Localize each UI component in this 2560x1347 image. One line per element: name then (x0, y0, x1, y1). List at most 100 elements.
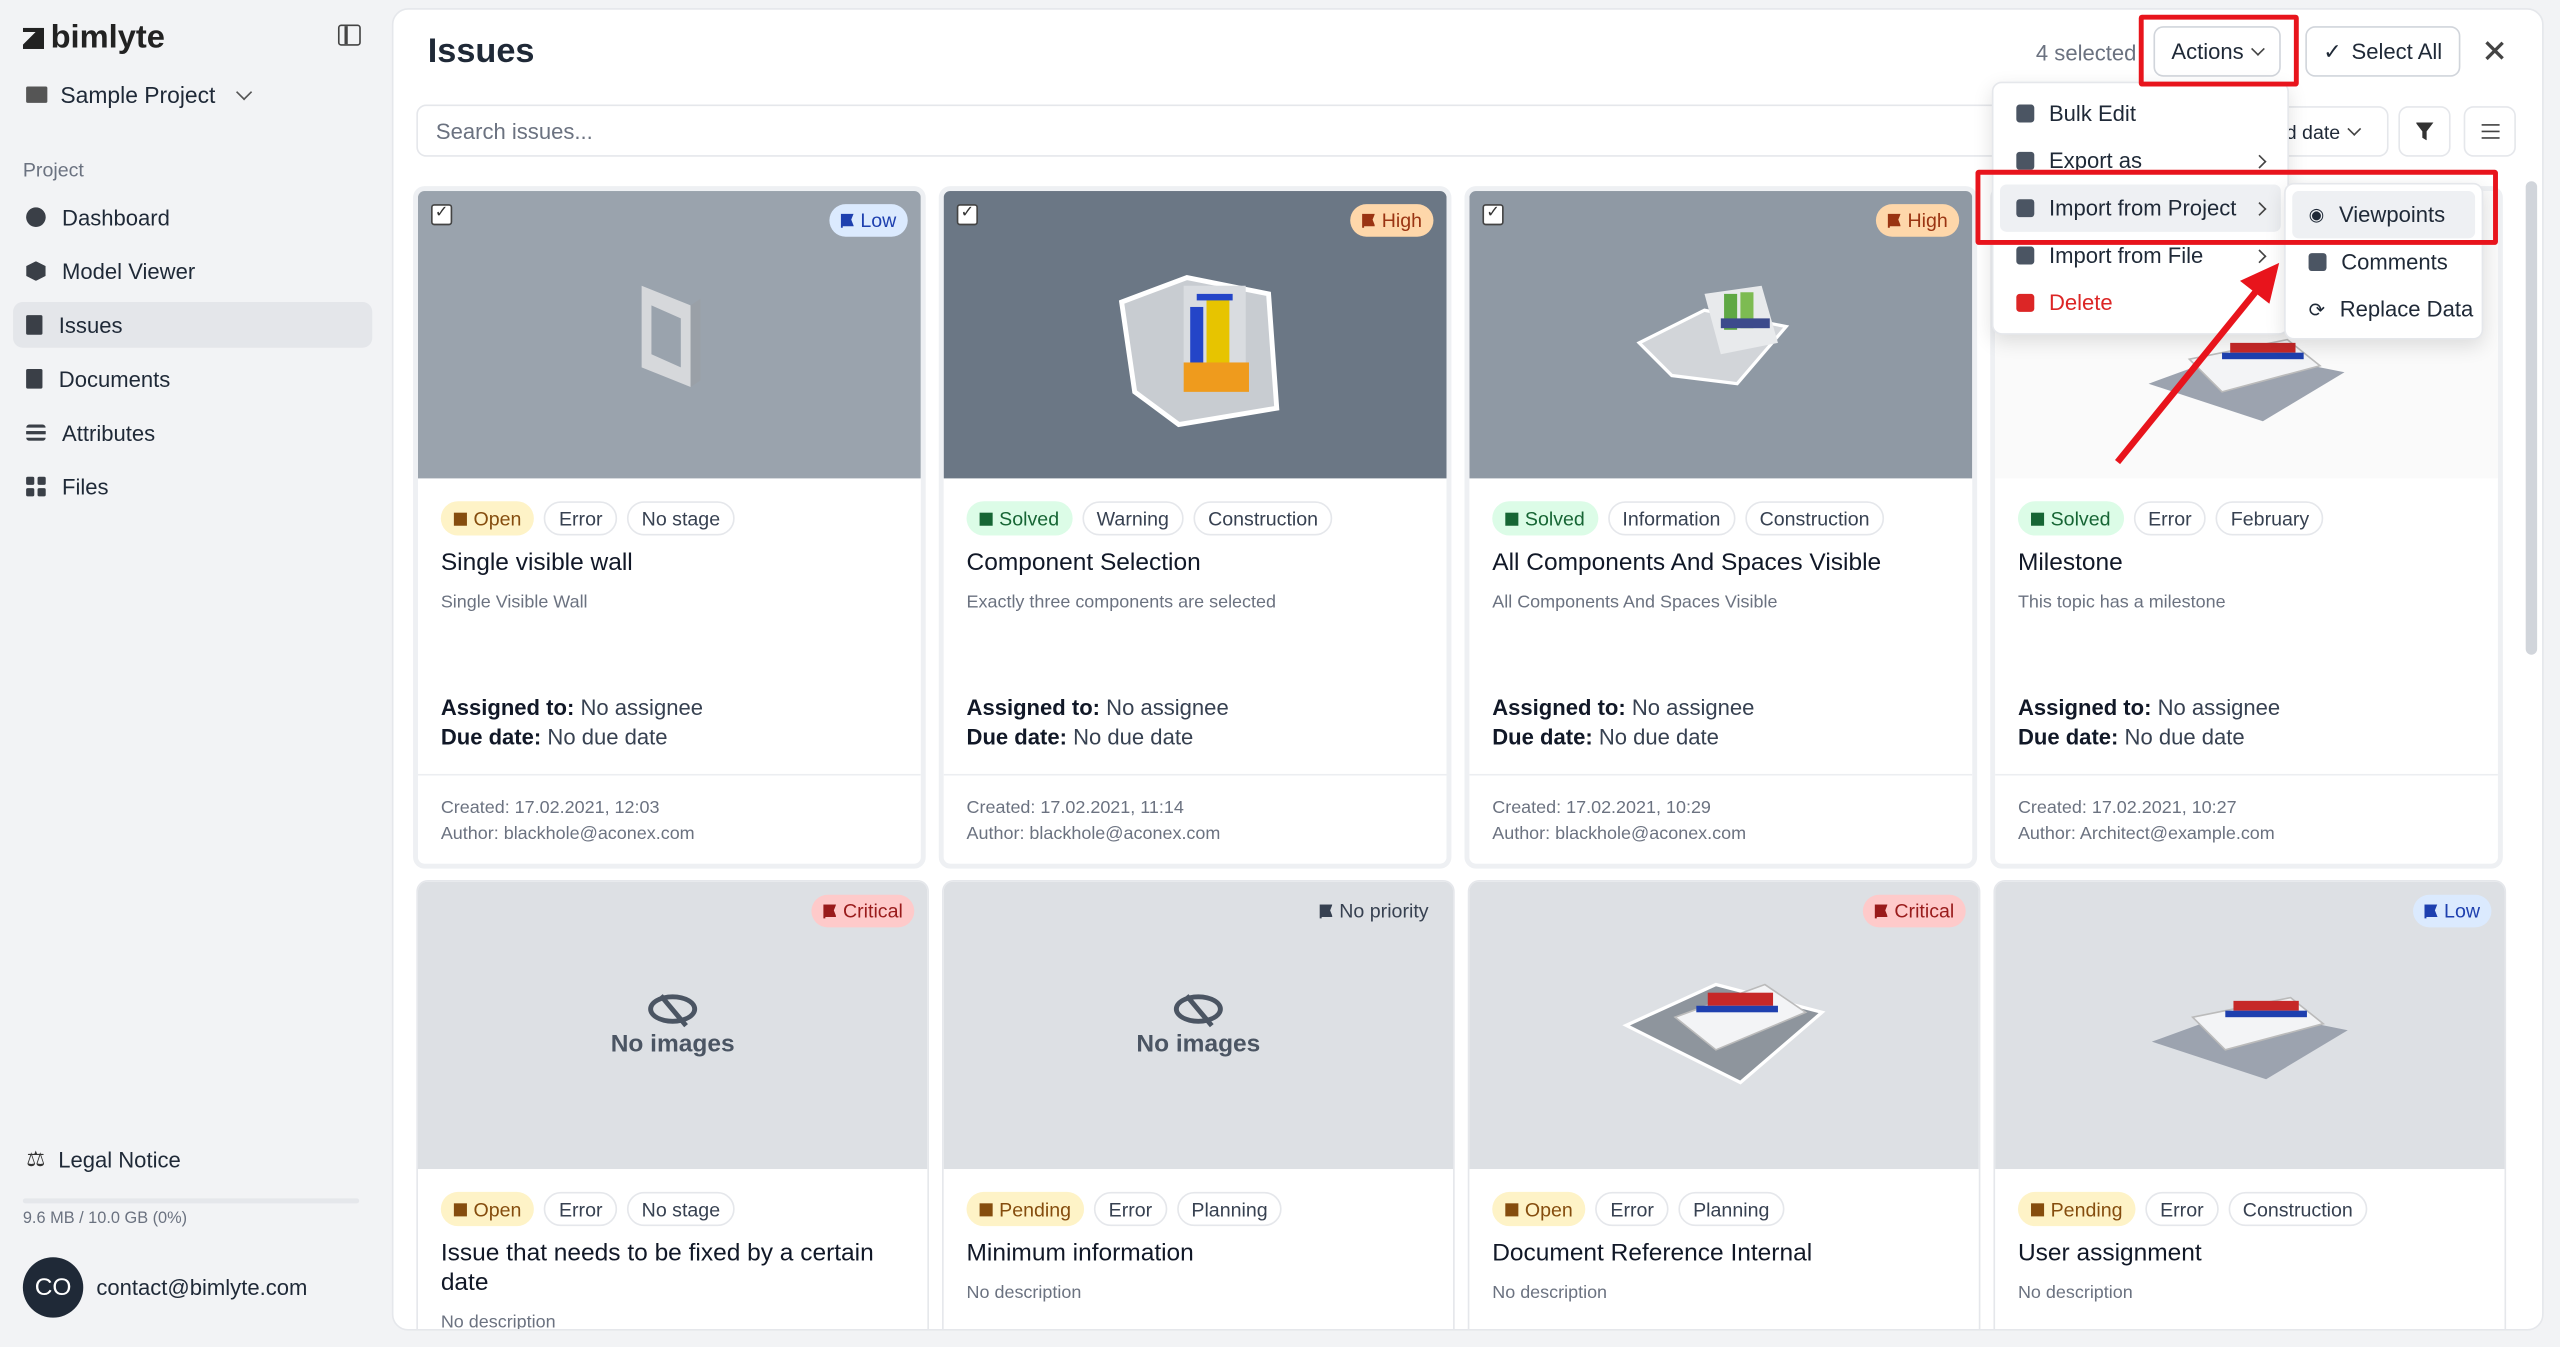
status-badge: Pending (966, 1191, 1085, 1227)
issue-card[interactable]: Low Pending Error Construction User assign… (1993, 880, 2507, 1330)
issue-card[interactable]: No images Critical Open Error No stage Iss… (416, 880, 929, 1330)
check-icon: ✓ (2323, 38, 2342, 63)
status-badge: Solved (2017, 501, 2124, 536)
storage-bar (22, 1198, 360, 1204)
priority-badge: Critical (1863, 894, 1966, 928)
chevron-right-icon (2252, 153, 2267, 168)
issue-card[interactable]: ✓ High Solved Information Construction All… (1464, 186, 1978, 869)
priority-badge: Low (829, 204, 908, 237)
search-input[interactable]: Search issues... (416, 104, 2049, 157)
file-import-icon (2016, 246, 2035, 265)
due-date: No due date (1073, 724, 1194, 750)
sidebar-item-dashboard[interactable]: Dashboard (13, 194, 372, 240)
issue-description: No description (966, 1283, 1082, 1303)
issue-footer: Created: 17.02.2021, 12:03 Author: blackh… (417, 773, 921, 847)
logo-text: bimlyte (50, 19, 165, 56)
issue-title: All Components And Spaces Visible (1492, 548, 1882, 577)
menu-item-comments[interactable]: Comments (2292, 238, 2475, 285)
sidebar-item-issues[interactable]: Issues (13, 302, 373, 348)
sidebar-item-label: Model Viewer (62, 258, 196, 284)
menu-item-bulk-edit[interactable]: Bulk Edit (2000, 90, 2281, 137)
stage-badge: Construction (1744, 501, 1885, 536)
sort-label: d date (2285, 120, 2341, 143)
issue-card[interactable]: ✓ Low Open Error No stage Single visible w… (413, 186, 926, 869)
type-badge: Error (2145, 1191, 2219, 1227)
model-render-icon (1636, 285, 1790, 386)
user-menu[interactable]: CO contact@bimlyte.com (22, 1257, 307, 1318)
stage-badge: No stage (626, 1191, 735, 1227)
status-label: Open (473, 506, 522, 530)
eye-off-icon (648, 993, 698, 1023)
assigned-label: Assigned to: (2017, 695, 2152, 721)
grid-icon (26, 476, 46, 497)
annotation-box-import (1975, 169, 2498, 245)
assigned-label: Assigned to: (440, 695, 575, 721)
folder-icon (26, 86, 48, 103)
sidebar-item-model-viewer[interactable]: Model Viewer (13, 248, 372, 294)
project-selector[interactable]: Sample Project (26, 82, 253, 108)
issue-title: Milestone (2017, 548, 2123, 577)
issue-title: Issue that needs to be fixed by a certai… (440, 1239, 874, 1297)
issue-assignment: Assigned to: No assignee Due date: No due… (2018, 694, 2280, 753)
issue-assignment: Assigned to: No assignee Due date: No due… (441, 694, 703, 753)
sidebar-item-files[interactable]: Files (13, 464, 372, 510)
due-label: Due date: (966, 724, 1067, 750)
created-date: Created: 17.02.2021, 10:27 (2017, 798, 2237, 818)
scrollbar[interactable] (2525, 181, 2538, 655)
close-icon[interactable] (2483, 39, 2506, 62)
legal-notice-link[interactable]: ⚖ Legal Notice (26, 1146, 181, 1172)
issue-description: No description (2017, 1283, 2133, 1303)
sidebar-item-attributes[interactable]: Attributes (13, 410, 372, 456)
due-date: No due date (1598, 724, 1719, 750)
cube-icon (26, 261, 46, 281)
status-label: Pending (999, 1197, 1072, 1221)
issue-footer: Created: 17.02.2021, 10:29 Author: blackh… (1469, 773, 1973, 847)
filter-button[interactable] (2398, 106, 2451, 157)
sidebar-item-documents[interactable]: Documents (13, 356, 372, 402)
selected-count: 4 selected (2035, 40, 2137, 66)
sort-button[interactable]: d date (2274, 106, 2389, 157)
select-checkbox[interactable]: ✓ (1482, 204, 1504, 226)
issue-title: Minimum information (966, 1239, 1194, 1267)
issue-title: Component Selection (966, 548, 1201, 577)
priority-label: No priority (1339, 899, 1429, 923)
select-checkbox[interactable]: ✓ (956, 204, 978, 226)
clipboard-icon (26, 315, 43, 335)
stage-badge: Planning (1176, 1191, 1283, 1227)
sidebar-item-label: Attributes (62, 420, 156, 445)
menu-item-replace-data[interactable]: ⟳ Replace Data (2292, 286, 2475, 333)
sidebar-item-label: Dashboard (62, 204, 170, 230)
status-badge: Open (440, 501, 535, 536)
bimlyte-logo-icon (22, 27, 45, 49)
view-toggle-button[interactable] (2463, 106, 2516, 157)
priority-badge: High (1876, 204, 1960, 237)
created-date: Created: 17.02.2021, 11:14 (966, 798, 1184, 818)
type-badge: Error (1595, 1191, 1669, 1227)
export-icon (2016, 151, 2035, 170)
assignee: No assignee (2157, 695, 2281, 721)
priority-label: Low (2444, 899, 2480, 923)
collapse-sidebar-icon[interactable] (337, 24, 361, 46)
priority-label: Critical (842, 899, 903, 923)
list-icon (2480, 124, 2499, 139)
issue-card[interactable]: No images No priority Pending Error Planni… (942, 880, 1455, 1330)
assignee: No assignee (1106, 695, 1229, 721)
comment-icon (2308, 253, 2327, 272)
issue-card[interactable]: ✓ High Solved Warning Construction Compone… (938, 186, 1452, 869)
issue-description: No description (1492, 1283, 1608, 1303)
chevron-down-icon (2347, 121, 2362, 136)
sliders-icon (26, 424, 46, 441)
issue-card[interactable]: Critical Open Error Planning Document Refe… (1467, 880, 1981, 1330)
select-all-button[interactable]: ✓ Select All (2305, 26, 2461, 77)
logo[interactable]: bimlyte (22, 19, 165, 58)
flag-icon (1874, 903, 1888, 919)
author: Author: blackhole@aconex.com (1492, 824, 1747, 845)
menu-item-delete[interactable]: Delete (2000, 279, 2281, 326)
status-label: Solved (1524, 506, 1585, 530)
type-badge: Error (544, 501, 618, 536)
annotation-box-actions (2138, 14, 2299, 87)
no-images-label: No images (1136, 1029, 1261, 1058)
chevron-down-icon (235, 83, 253, 100)
stage-badge: February (2216, 501, 2324, 536)
select-checkbox[interactable]: ✓ (431, 204, 453, 226)
